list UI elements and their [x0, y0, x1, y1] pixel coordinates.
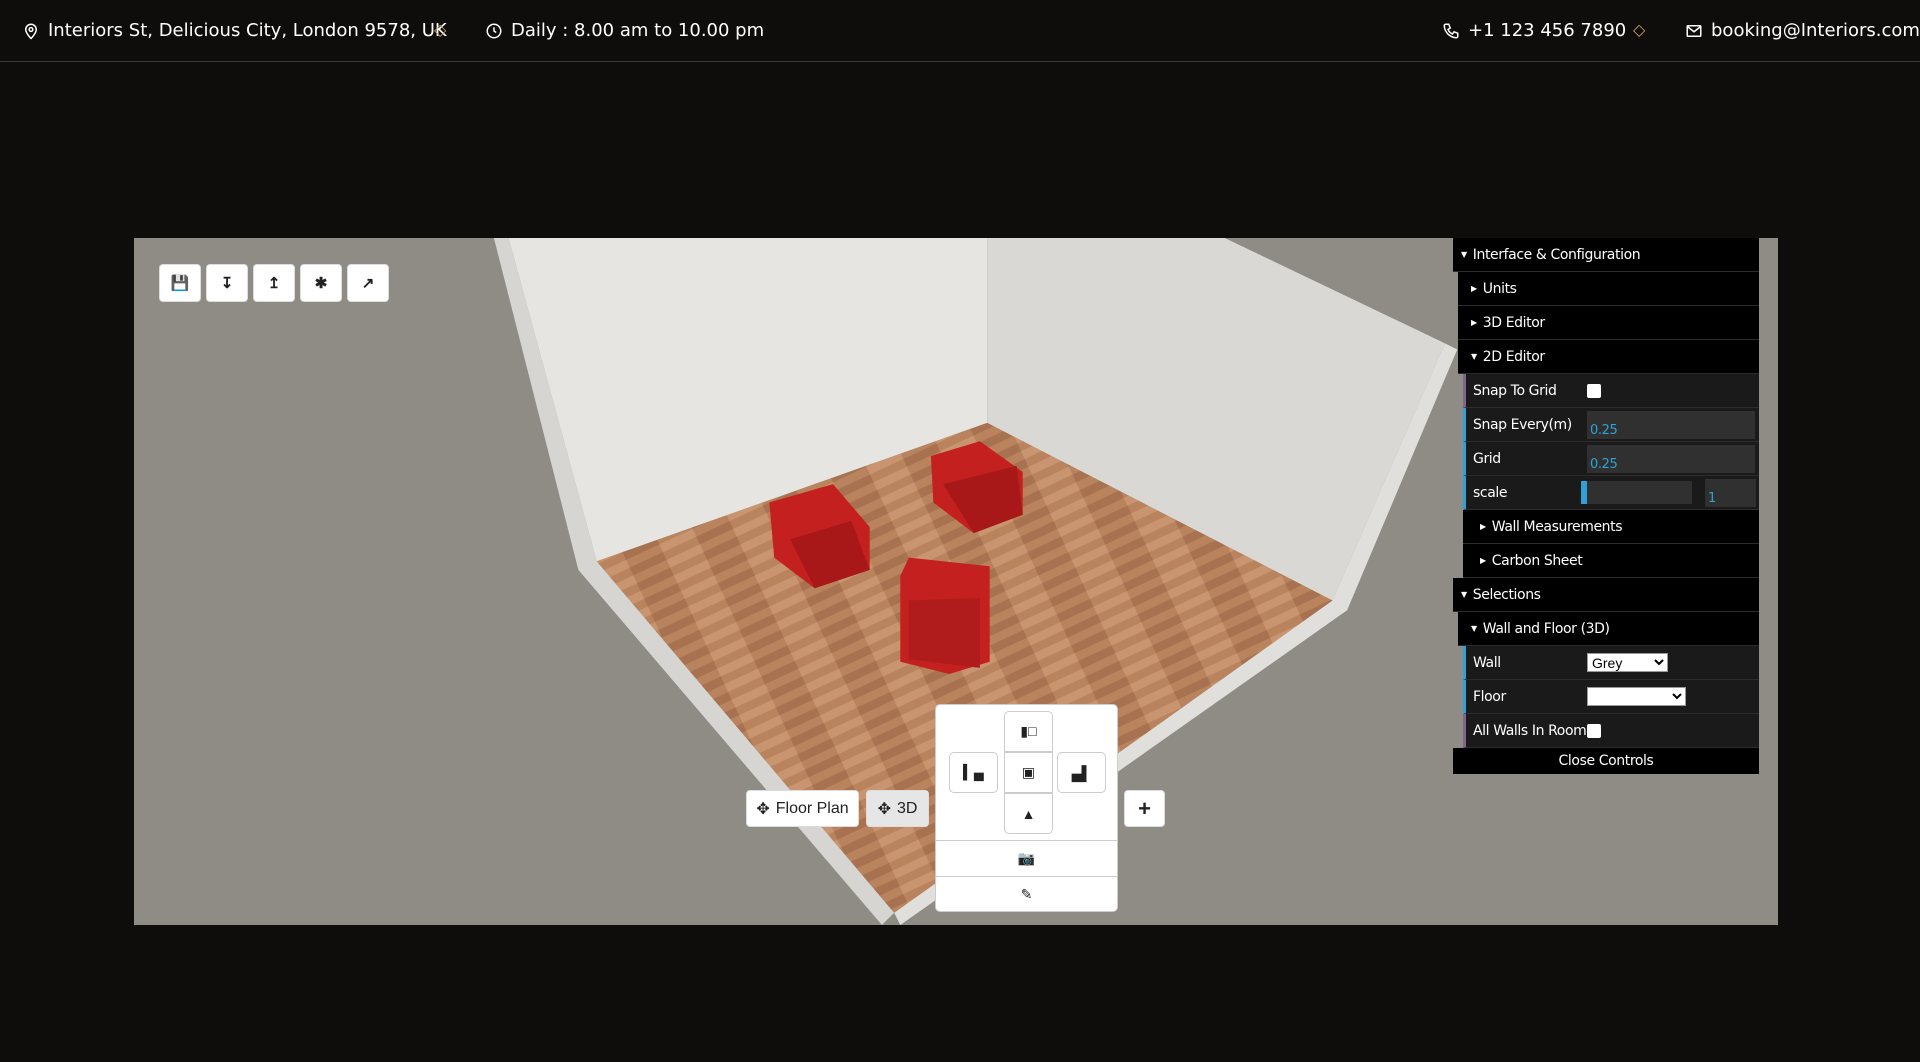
wall-label: Wall	[1473, 654, 1501, 671]
folder-label: Units	[1482, 280, 1517, 297]
folder-label: Wall and Floor (3D)	[1482, 620, 1610, 637]
folder-wall-floor[interactable]: ▼ Wall and Floor (3D)	[1458, 612, 1759, 646]
file-toolbar: 💾 ↧ ↥ ✱ ↗	[159, 264, 389, 302]
hours-text: Daily : 8.00 am to 10.00 pm	[511, 20, 765, 41]
camera-controls: ▮□ ▍▄ ▣ ▄▌ ▲ 📷 ✎	[935, 704, 1118, 912]
scale-input[interactable]: 1	[1705, 478, 1756, 507]
map-pin-icon	[24, 23, 38, 40]
export-icon[interactable]: ↥	[253, 264, 295, 302]
close-controls-button[interactable]: Close Controls	[1453, 748, 1759, 774]
address-item: Interiors St, Delicious City, London 957…	[22, 20, 447, 41]
email-item[interactable]: booking@Interiors.com	[1685, 20, 1920, 41]
address-text: Interiors St, Delicious City, London 957…	[48, 20, 447, 41]
view-left-icon[interactable]: ▍▄	[949, 752, 998, 793]
plus-icon: +	[1138, 795, 1151, 821]
grid-label: Grid	[1473, 450, 1501, 467]
floor-row: Floor	[1463, 680, 1759, 714]
snap-to-grid-checkbox[interactable]	[1587, 383, 1601, 398]
floor-select[interactable]	[1587, 687, 1686, 706]
folder-interface[interactable]: ▼ Interface & Configuration	[1453, 238, 1759, 272]
wall-select[interactable]: Grey	[1587, 653, 1668, 672]
phone-text[interactable]: +1 123 456 7890	[1468, 20, 1626, 41]
mail-icon	[1686, 24, 1702, 37]
move-icon: ✥	[756, 800, 770, 818]
scale-row: scale 1	[1463, 476, 1759, 510]
view-right-icon[interactable]: ▄▌	[1057, 752, 1106, 793]
add-button[interactable]: +	[1124, 790, 1165, 827]
view-back-icon[interactable]: ▮□	[1004, 711, 1053, 752]
all-walls-checkbox[interactable]	[1587, 723, 1601, 738]
snap-every-input[interactable]: 0.25	[1587, 410, 1755, 439]
grid-row: Grid 0.25	[1463, 442, 1759, 476]
phone-icon	[1443, 23, 1459, 39]
snap-to-grid-label: Snap To Grid	[1473, 382, 1557, 399]
folder-label: Carbon Sheet	[1491, 552, 1583, 569]
load-icon[interactable]: ↧	[206, 264, 248, 302]
floor-plan-button[interactable]: ✥ Floor Plan	[746, 790, 859, 827]
hours-item: Daily : 8.00 am to 10.00 pm	[485, 20, 764, 41]
email-text[interactable]: booking@Interiors.com	[1711, 20, 1920, 41]
folder-wall-measurements[interactable]: ▶ Wall Measurements	[1463, 510, 1759, 544]
snap-every-label: Snap Every(m)	[1473, 416, 1572, 433]
share-icon[interactable]: ↗	[347, 264, 389, 302]
armchair[interactable]	[900, 557, 990, 674]
folder-label: Interface & Configuration	[1472, 246, 1641, 263]
wall-row: Wall Grey	[1463, 646, 1759, 680]
scale-slider[interactable]	[1581, 481, 1692, 504]
move-icon: ✥	[877, 800, 891, 818]
3d-button[interactable]: ✥ 3D	[866, 790, 929, 827]
folder-label: Selections	[1472, 586, 1541, 603]
all-walls-label: All Walls In Room	[1473, 722, 1587, 739]
folder-units[interactable]: ▶ Units	[1458, 272, 1759, 306]
save-icon[interactable]: 💾	[159, 264, 201, 302]
folder-2d-editor[interactable]: ▼ 2D Editor	[1458, 340, 1759, 374]
folder-label: Wall Measurements	[1491, 518, 1623, 535]
floor-plan-label: Floor Plan	[775, 799, 849, 817]
3d-label: 3D	[896, 799, 918, 817]
folder-3d-editor[interactable]: ▶ 3D Editor	[1458, 306, 1759, 340]
controls-panel: ▼ Interface & Configuration ▶ Units ▶ 3D Ed…	[1453, 238, 1759, 774]
reset-icon[interactable]: ✱	[300, 264, 342, 302]
separator: ◇	[1633, 20, 1646, 39]
scale-label: scale	[1473, 484, 1508, 501]
separator: ◇	[434, 20, 447, 39]
phone-item[interactable]: +1 123 456 7890	[1442, 20, 1626, 41]
pencil-icon[interactable]: ✎	[936, 876, 1117, 912]
top-info-bar: Interiors St, Delicious City, London 957…	[0, 0, 1920, 62]
view-top-icon[interactable]: ▣	[1004, 752, 1053, 793]
snap-to-grid-row: Snap To Grid	[1463, 374, 1759, 408]
view-front-icon[interactable]: ▲	[1004, 793, 1053, 834]
folder-carbon-sheet[interactable]: ▶ Carbon Sheet	[1463, 544, 1759, 578]
snap-every-row: Snap Every(m) 0.25	[1463, 408, 1759, 442]
clock-icon	[486, 23, 502, 38]
folder-label: 3D Editor	[1482, 314, 1545, 331]
all-walls-row: All Walls In Room	[1463, 714, 1759, 748]
folder-label: 2D Editor	[1482, 348, 1545, 365]
grid-input[interactable]: 0.25	[1587, 444, 1755, 473]
floor-label: Floor	[1473, 688, 1506, 705]
folder-selections[interactable]: ▼ Selections	[1453, 578, 1759, 612]
camera-icon[interactable]: 📷	[936, 840, 1117, 876]
